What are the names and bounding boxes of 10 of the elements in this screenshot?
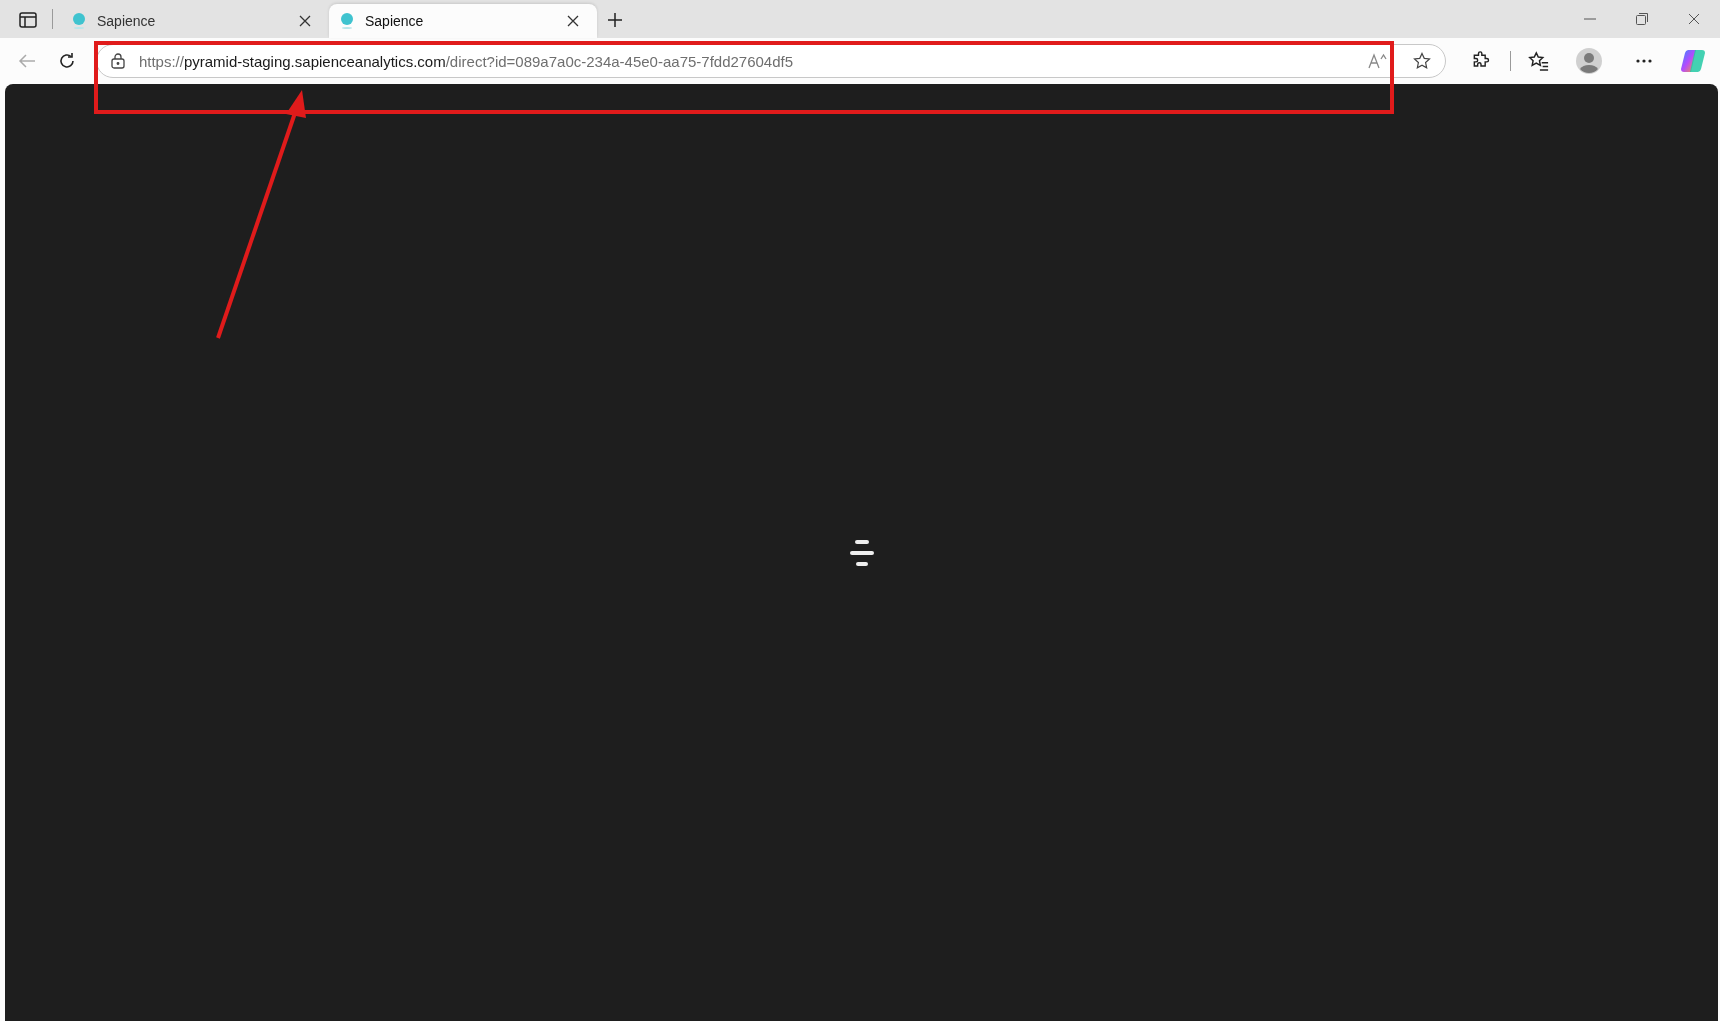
globe-dot-icon <box>339 12 355 30</box>
loading-spinner-icon <box>848 538 875 567</box>
tab-title: Sapience <box>365 13 425 29</box>
tab-title: Sapience <box>97 13 157 29</box>
url-text: https://pyramid-staging.sapienceanalytics.com/direct?id=089a7a0c-234a-45e0-aa75-7fdd27604df5 <box>138 52 795 70</box>
lock-icon <box>110 53 125 69</box>
browser-tab[interactable]: Sapience <box>61 4 329 38</box>
globe-dot-icon <box>71 12 87 30</box>
address-bar[interactable]: https://pyramid-staging.sapienceanalytics.com/direct?id=089a7a0c-234a-45e0-aa75-7fdd27604df5 <box>95 44 1446 78</box>
browser-tab[interactable]: Sapience <box>329 4 597 38</box>
